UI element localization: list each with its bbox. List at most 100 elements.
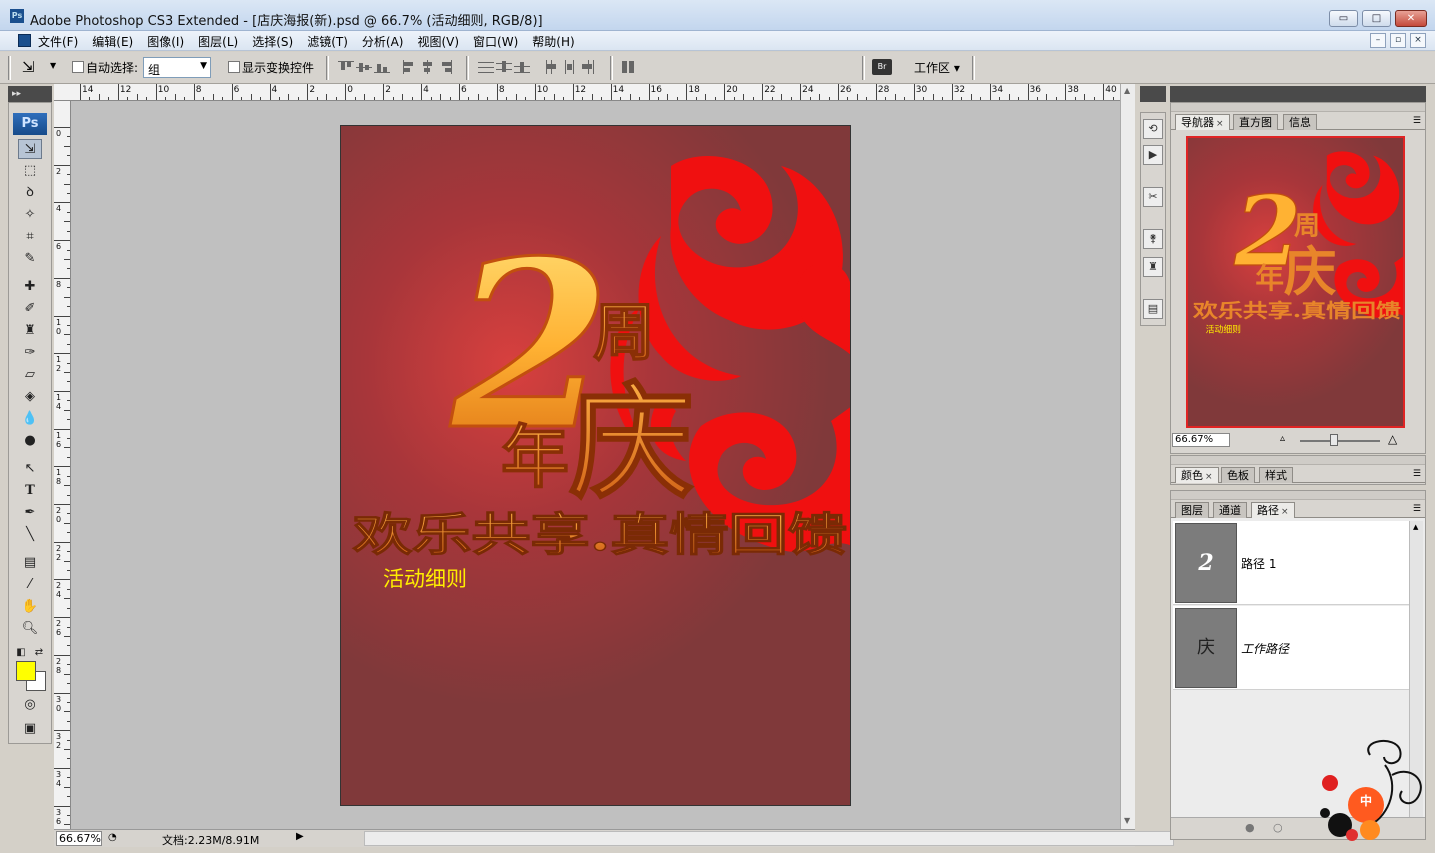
tab-info[interactable]: 信息 — [1283, 114, 1317, 130]
ps-logo-icon[interactable]: Ps — [13, 113, 47, 135]
panel-titlebar[interactable] — [1171, 456, 1425, 465]
menu-file[interactable]: 文件(F) — [38, 33, 78, 50]
panel-menu-icon[interactable]: ☰ — [1413, 469, 1421, 479]
menu-layer[interactable]: 图层(L) — [198, 33, 238, 50]
move-tool-icon[interactable]: ⇲ — [18, 139, 42, 159]
crop-tool-icon[interactable]: ⌗ — [18, 227, 42, 247]
clone-stamp-tool-icon[interactable]: ♜ — [18, 321, 42, 341]
maximize-button[interactable]: □ — [1362, 10, 1391, 27]
document-icon[interactable] — [18, 34, 31, 47]
show-transform-checkbox[interactable] — [228, 61, 240, 73]
path-selection-tool-icon[interactable]: ↖ — [18, 459, 42, 479]
zoom-tool-icon[interactable]: 🔍︎ — [18, 619, 42, 639]
tab-paths[interactable]: 路径 × — [1251, 502, 1295, 518]
tab-styles[interactable]: 样式 — [1259, 467, 1293, 483]
dodge-tool-icon[interactable]: ● — [18, 431, 42, 451]
panels-header[interactable] — [1170, 86, 1426, 102]
notes-tool-icon[interactable]: ▤ — [18, 553, 42, 573]
zoom-out-icon[interactable]: ▵ — [1280, 433, 1285, 444]
distribute-vcenter-icon[interactable] — [496, 60, 512, 74]
distribute-hcenter-icon[interactable] — [562, 60, 578, 74]
align-bottom-icon[interactable] — [374, 60, 390, 74]
auto-select-dropdown[interactable]: 组 ▼ — [143, 57, 211, 78]
line-tool-icon[interactable]: ╲ — [18, 525, 42, 545]
preset-dropdown-arrow-icon[interactable]: ▼ — [50, 61, 56, 70]
distribute-top-icon[interactable] — [478, 60, 494, 74]
status-menu-arrow-icon[interactable]: ▶ — [296, 831, 304, 842]
brushes-panel-icon[interactable]: ⚵ — [1143, 229, 1163, 249]
history-brush-tool-icon[interactable]: ✑ — [18, 343, 42, 363]
fill-path-icon[interactable]: ● — [1245, 821, 1255, 834]
tab-channels[interactable]: 通道 — [1213, 502, 1247, 518]
workspace-menu[interactable]: 工作区 ▾ — [914, 59, 960, 76]
options-grip[interactable] — [8, 56, 11, 80]
scroll-up-icon[interactable]: ▲ — [1124, 86, 1130, 95]
document-canvas[interactable]: 2 周 年 庆 欢乐共享.真情回馈 活动细则 — [340, 125, 851, 806]
menu-image[interactable]: 图像(I) — [147, 33, 184, 50]
menu-select[interactable]: 选择(S) — [252, 33, 293, 50]
eyedropper-tool-icon[interactable]: ⁄ — [18, 575, 42, 595]
distribute-bottom-icon[interactable] — [514, 60, 530, 74]
brush-tool-icon[interactable]: ✐ — [18, 299, 42, 319]
doc-restore-button[interactable]: ▫ — [1390, 33, 1406, 48]
blur-tool-icon[interactable]: 💧 — [18, 409, 42, 429]
hand-tool-icon[interactable]: ✋ — [18, 597, 42, 617]
auto-select-checkbox[interactable] — [72, 61, 84, 73]
align-right-icon[interactable] — [438, 60, 454, 74]
vertical-scrollbar[interactable]: ▲ ▼ — [1120, 84, 1135, 830]
layer-comps-icon[interactable]: ▤ — [1143, 299, 1163, 319]
panel-titlebar[interactable] — [1171, 103, 1425, 112]
zoom-slider-thumb[interactable] — [1330, 434, 1338, 446]
minimize-button[interactable]: ▭ — [1329, 10, 1358, 27]
marquee-tool-icon[interactable]: ⬚ — [18, 161, 42, 181]
menu-edit[interactable]: 编辑(E) — [92, 33, 133, 50]
align-left-icon[interactable] — [402, 60, 418, 74]
stroke-path-icon[interactable]: ○ — [1273, 821, 1283, 834]
toolbox-header[interactable]: ▸▸ — [8, 86, 52, 102]
tab-swatches[interactable]: 色板 — [1221, 467, 1255, 483]
align-vcenter-icon[interactable] — [356, 60, 372, 74]
type-tool-icon[interactable]: T — [18, 481, 42, 501]
menu-analysis[interactable]: 分析(A) — [362, 33, 404, 50]
clone-source-icon[interactable]: ♜ — [1143, 257, 1163, 277]
navigator-preview[interactable]: 2 周 年 庆 欢乐共享.真情回馈 活动细则 — [1186, 136, 1405, 428]
pen-tool-icon[interactable]: ✒ — [18, 503, 42, 523]
path-row[interactable]: 庆 工作路径 — [1173, 606, 1409, 690]
move-tool-preset-icon[interactable]: ⇲ — [22, 58, 35, 76]
panel-titlebar[interactable] — [1171, 491, 1425, 500]
healing-brush-tool-icon[interactable]: ✚ — [18, 277, 42, 297]
tab-navigator[interactable]: 导航器 × — [1175, 114, 1230, 130]
menu-window[interactable]: 窗口(W) — [473, 33, 518, 50]
menu-view[interactable]: 视图(V) — [417, 33, 459, 50]
tab-color[interactable]: 颜色 × — [1175, 467, 1219, 483]
navigator-zoom-field[interactable]: 66.67% — [1172, 433, 1230, 447]
quick-mask-icon[interactable]: ◎ — [18, 695, 42, 715]
icon-dock-header[interactable] — [1140, 86, 1166, 102]
tab-layers[interactable]: 图层 — [1175, 502, 1209, 518]
menu-filter[interactable]: 滤镜(T) — [307, 33, 348, 50]
magic-wand-tool-icon[interactable]: ✧ — [18, 205, 42, 225]
horizontal-scrollbar[interactable] — [364, 831, 1174, 846]
paint-bucket-tool-icon[interactable]: ◈ — [18, 387, 42, 407]
eraser-tool-icon[interactable]: ▱ — [18, 365, 42, 385]
status-info-icon[interactable]: ◔ — [108, 832, 117, 843]
tab-histogram[interactable]: 直方图 — [1233, 114, 1278, 130]
scroll-down-icon[interactable]: ▼ — [1124, 816, 1130, 825]
distribute-right-icon[interactable] — [580, 60, 596, 74]
slice-tool-icon[interactable]: ✎ — [18, 249, 42, 269]
zoom-in-icon[interactable]: △ — [1388, 432, 1397, 446]
foreground-color-swatch[interactable] — [16, 661, 36, 681]
path-row[interactable]: 2 路径 1 — [1173, 521, 1409, 605]
align-hcenter-icon[interactable] — [420, 60, 436, 74]
zoom-slider-track[interactable] — [1300, 440, 1380, 442]
auto-align-layers-icon[interactable] — [620, 60, 636, 74]
default-colors-icon[interactable]: ◧ — [13, 643, 29, 663]
history-panel-icon[interactable]: ⟲ — [1143, 119, 1163, 139]
actions-panel-icon[interactable]: ▶ — [1143, 145, 1163, 165]
align-top-icon[interactable] — [338, 60, 354, 74]
panel-menu-icon[interactable]: ☰ — [1413, 116, 1421, 126]
close-button[interactable]: ✕ — [1395, 10, 1427, 27]
zoom-field[interactable]: 66.67% — [56, 831, 102, 846]
doc-minimize-button[interactable]: – — [1370, 33, 1386, 48]
bridge-icon[interactable]: Br — [872, 59, 892, 75]
